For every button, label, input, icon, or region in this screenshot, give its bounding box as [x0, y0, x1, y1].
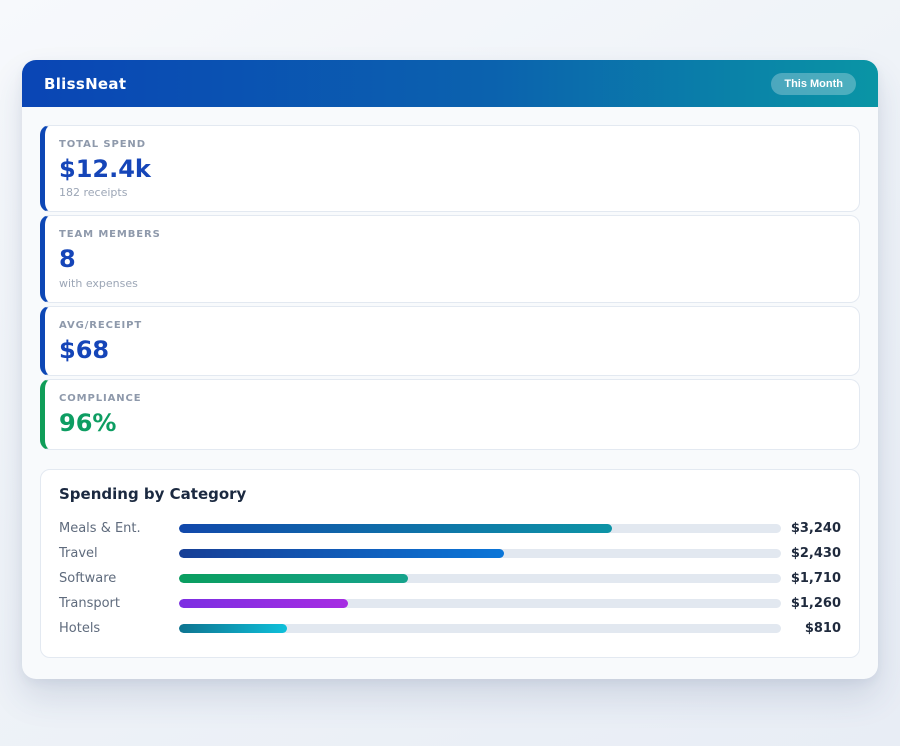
category-label: Meals & Ent.	[59, 521, 179, 536]
category-row: Transport $1,260	[59, 591, 841, 616]
stat-value: 8	[59, 246, 842, 272]
stat-value: 96%	[59, 410, 842, 436]
period-badge[interactable]: This Month	[771, 73, 856, 95]
category-value: $2,430	[781, 546, 841, 561]
category-bar-fill	[179, 624, 287, 633]
stat-label: TOTAL SPEND	[59, 139, 842, 150]
app-title: BlissNeat	[44, 75, 126, 93]
category-bar-fill	[179, 574, 408, 583]
stat-sub: 182 receipts	[59, 186, 842, 199]
category-label: Transport	[59, 596, 179, 611]
dashboard-card: BlissNeat This Month TOTAL SPEND $12.4k …	[22, 60, 878, 679]
category-label: Hotels	[59, 621, 179, 636]
spending-panel: Spending by Category Meals & Ent. $3,240…	[40, 469, 860, 658]
category-bar-track	[179, 524, 781, 533]
stat-card: TOTAL SPEND $12.4k 182 receipts	[40, 125, 860, 212]
stats-list: TOTAL SPEND $12.4k 182 receipts TEAM MEM…	[40, 125, 860, 450]
category-bar-track	[179, 624, 781, 633]
category-row: Travel $2,430	[59, 541, 841, 566]
category-bar-fill	[179, 524, 612, 533]
category-label: Travel	[59, 546, 179, 561]
app-header: BlissNeat This Month	[22, 60, 878, 107]
stat-label: TEAM MEMBERS	[59, 229, 842, 240]
category-row: Meals & Ent. $3,240	[59, 516, 841, 541]
category-value: $1,260	[781, 596, 841, 611]
stat-sub: with expenses	[59, 277, 842, 290]
category-bar-fill	[179, 599, 348, 608]
dashboard-content: TOTAL SPEND $12.4k 182 receipts TEAM MEM…	[22, 107, 878, 679]
category-row: Software $1,710	[59, 566, 841, 591]
stat-value: $12.4k	[59, 156, 842, 182]
category-label: Software	[59, 571, 179, 586]
category-bar-track	[179, 599, 781, 608]
stat-value: $68	[59, 337, 842, 363]
spending-panel-title: Spending by Category	[59, 485, 841, 503]
category-bar-track	[179, 574, 781, 583]
stat-label: COMPLIANCE	[59, 393, 842, 404]
stat-card: AVG/RECEIPT $68	[40, 306, 860, 376]
category-value: $1,710	[781, 571, 841, 586]
stat-card: COMPLIANCE 96%	[40, 379, 860, 449]
stat-label: AVG/RECEIPT	[59, 320, 842, 331]
stat-card: TEAM MEMBERS 8 with expenses	[40, 215, 860, 302]
category-value: $810	[781, 621, 841, 636]
category-bar-list: Meals & Ent. $3,240 Travel $2,430 Softwa…	[59, 516, 841, 641]
category-value: $3,240	[781, 521, 841, 536]
category-bar-fill	[179, 549, 504, 558]
category-bar-track	[179, 549, 781, 558]
category-row: Hotels $810	[59, 616, 841, 641]
